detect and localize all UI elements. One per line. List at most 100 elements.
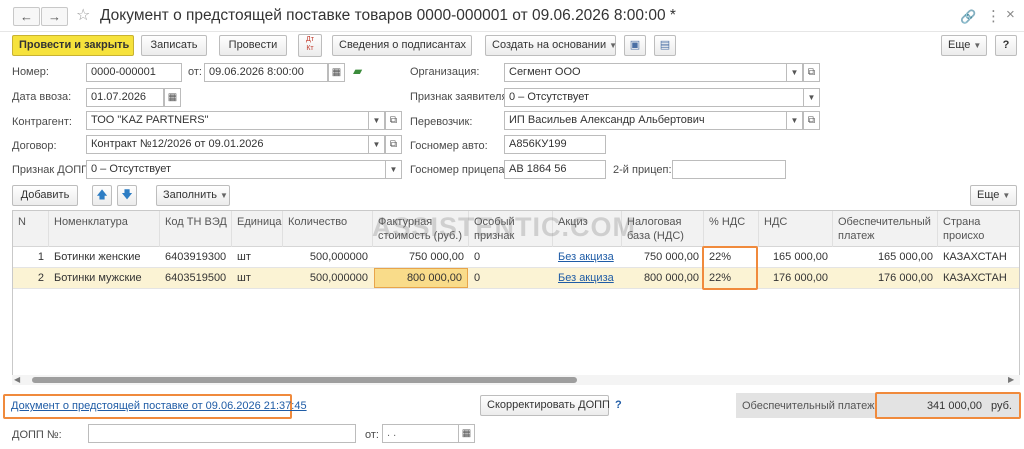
col-country[interactable]: Страна происхо	[938, 211, 1019, 247]
number-label: Номер:	[12, 66, 49, 78]
back-button[interactable]: ←	[13, 7, 40, 26]
cell-excise-link[interactable]: Без акциза	[553, 268, 622, 288]
cell-code[interactable]: 6403919300	[160, 247, 232, 267]
cell-tax-base[interactable]: 800 000,00	[622, 268, 704, 288]
report-list-icon[interactable]: ▤	[654, 35, 676, 56]
dopp-number-field[interactable]	[88, 424, 356, 443]
edit-date-icon[interactable]: ▰	[353, 64, 362, 78]
number-field[interactable]: 0000-000001	[86, 63, 182, 82]
cell-excise-link[interactable]: Без акциза	[553, 247, 622, 267]
chevron-down-icon: ▼	[1002, 191, 1011, 200]
chevron-down-icon: ▼	[973, 41, 982, 50]
cell-unit[interactable]: шт	[232, 268, 283, 288]
signers-info-button[interactable]: Сведения о подписантах	[332, 35, 472, 56]
col-guarantee[interactable]: Обеспечительный платеж	[833, 211, 938, 247]
second-trailer-field[interactable]	[672, 160, 786, 179]
carrier-field[interactable]: ИП Васильев Александр Альбертович	[504, 111, 787, 130]
auto-plate-field[interactable]: А856КУ199	[504, 135, 606, 154]
contract-field[interactable]: Контракт №12/2026 от 09.01.2026	[86, 135, 369, 154]
cell-country[interactable]: КАЗАХСТАН	[938, 268, 1019, 288]
auto-plate-label: Госномер авто:	[410, 140, 488, 152]
cell-guarantee[interactable]: 176 000,00	[833, 268, 938, 288]
table-row-selected[interactable]: 2 Ботинки мужские 6403519500 шт 500,0000…	[13, 268, 1019, 289]
move-down-icon[interactable]: 🡇	[117, 185, 137, 206]
chevron-down-icon[interactable]: ▼	[786, 63, 803, 82]
fill-button[interactable]: Заполнить ▼	[156, 185, 230, 206]
document-link[interactable]: Документ о предстоящей поставке от 09.06…	[11, 400, 307, 412]
cell-vat[interactable]: 165 000,00	[759, 247, 833, 267]
cell-qty[interactable]: 500,000000	[283, 247, 373, 267]
structure-icon[interactable]: ▣	[624, 35, 646, 56]
cell-country[interactable]: КАЗАХСТАН	[938, 247, 1019, 267]
open-icon[interactable]: ⧉	[385, 135, 402, 154]
chevron-down-icon[interactable]: ▼	[786, 111, 803, 130]
cell-cost-active[interactable]: 800 000,00	[374, 268, 468, 288]
watermark: ASSISTENTIC.COM	[372, 212, 637, 242]
cell-special[interactable]: 0	[469, 247, 553, 267]
col-item[interactable]: Номенклатура	[49, 211, 160, 247]
open-icon[interactable]: ⧉	[803, 63, 820, 82]
dopp-sign-field[interactable]: 0 – Отсутствует	[86, 160, 386, 179]
import-date-field[interactable]: 01.07.2026	[86, 88, 164, 107]
cell-n: 1	[37, 251, 44, 263]
cell-vat[interactable]: 176 000,00	[759, 268, 833, 288]
date-field[interactable]: 09.06.2026 8:00:00	[204, 63, 328, 82]
col-qty[interactable]: Количество	[283, 211, 373, 247]
col-vat-pct[interactable]: % НДС	[704, 211, 759, 247]
cell-item[interactable]: Ботинки мужские	[49, 268, 160, 288]
table-row[interactable]: 1 Ботинки женские 6403919300 шт 500,0000…	[13, 247, 1019, 268]
col-code[interactable]: Код ТН ВЭД	[160, 211, 232, 247]
more-actions-icon[interactable]: ⋮	[986, 7, 1001, 25]
link-icon[interactable]: 🔗	[960, 9, 976, 25]
col-unit[interactable]: Единица	[232, 211, 283, 247]
trailer-plate-field[interactable]: АВ 1864 56	[504, 160, 606, 179]
dopp-date-field[interactable]: . .	[382, 424, 459, 443]
more-label: Еще	[948, 39, 971, 51]
forward-button[interactable]: →	[41, 7, 68, 26]
scroll-right-icon[interactable]: ▶	[1008, 375, 1014, 385]
col-vat[interactable]: НДС	[759, 211, 833, 247]
organization-field[interactable]: Сегмент ООО	[504, 63, 787, 82]
correct-dopp-button[interactable]: Скорректировать ДОПП	[480, 395, 610, 416]
open-icon[interactable]: ⧉	[385, 111, 402, 130]
add-row-button[interactable]: Добавить	[12, 185, 78, 206]
debit-credit-icon[interactable]: Дт Кт	[298, 34, 322, 57]
scroll-left-icon[interactable]: ◀	[14, 375, 20, 385]
scrollbar-thumb[interactable]	[32, 377, 577, 383]
chevron-down-icon[interactable]: ▼	[803, 88, 820, 107]
post-button[interactable]: Провести	[219, 35, 287, 56]
calendar-icon[interactable]: ▦	[328, 63, 345, 82]
move-up-icon[interactable]: 🡅	[92, 185, 112, 206]
chevron-down-icon[interactable]: ▼	[368, 135, 385, 154]
help-link[interactable]: ?	[615, 399, 622, 411]
calendar-icon[interactable]: ▦	[458, 424, 475, 443]
horizontal-scrollbar[interactable]: ◀ ▶	[12, 375, 1020, 385]
cell-cost[interactable]: 750 000,00	[373, 247, 469, 267]
applicant-sign-field[interactable]: 0 – Отсутствует	[504, 88, 804, 107]
chevron-down-icon[interactable]: ▼	[385, 160, 402, 179]
col-n[interactable]: N	[13, 211, 49, 247]
counterparty-field[interactable]: ТОО "KAZ PARTNERS"	[86, 111, 369, 130]
dopp-number-label: ДОПП №:	[12, 429, 62, 441]
table-more-label: Еще	[977, 189, 1000, 201]
help-button[interactable]: ?	[995, 35, 1017, 56]
cell-code[interactable]: 6403519500	[160, 268, 232, 288]
chevron-down-icon[interactable]: ▼	[368, 111, 385, 130]
cell-qty[interactable]: 500,000000	[283, 268, 373, 288]
cell-tax-base[interactable]: 750 000,00	[622, 247, 704, 267]
chevron-down-icon: ▼	[609, 41, 618, 50]
cell-unit[interactable]: шт	[232, 247, 283, 267]
close-icon[interactable]: ×	[1006, 6, 1015, 23]
cell-item[interactable]: Ботинки женские	[49, 247, 160, 267]
post-and-close-button[interactable]: Провести и закрыть	[12, 35, 134, 56]
calendar-icon[interactable]: ▦	[164, 88, 181, 107]
cell-special[interactable]: 0	[469, 268, 553, 288]
cell-guarantee[interactable]: 165 000,00	[833, 247, 938, 267]
save-button[interactable]: Записать	[141, 35, 207, 56]
window-title: Документ о предстоящей поставке товаров …	[100, 7, 676, 24]
open-icon[interactable]: ⧉	[803, 111, 820, 130]
table-more-button[interactable]: Еще ▼	[970, 185, 1017, 206]
favorite-star-icon[interactable]: ☆	[76, 5, 90, 25]
create-based-on-button[interactable]: Создать на основании ▼	[485, 35, 618, 56]
more-button[interactable]: Еще ▼	[941, 35, 987, 56]
